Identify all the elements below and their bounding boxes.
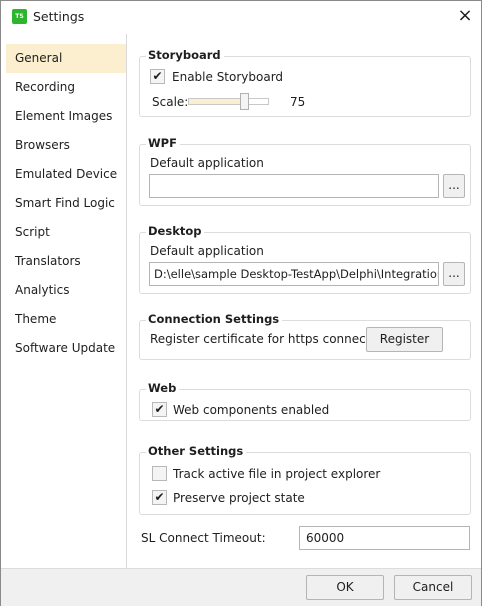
group-title: Other Settings [146, 444, 247, 458]
desktop-default-app-label: Default application [150, 244, 264, 258]
register-certificate-label: Register certificate for https connectio… [150, 332, 389, 346]
group-title: WPF [146, 136, 180, 150]
app-logo-icon: TS [12, 9, 27, 24]
desktop-default-app-input[interactable]: D:\elle\sample Desktop-TestApp\Delphi\In… [149, 262, 439, 286]
register-button[interactable]: Register [366, 327, 443, 352]
enable-storyboard-label: Enable Storyboard [172, 70, 284, 84]
sidebar-item-theme[interactable]: Theme [6, 305, 126, 334]
other-settings-group: Other Settings [139, 444, 471, 515]
sidebar-item-general[interactable]: General [6, 44, 126, 73]
settings-nav: General Recording Element Images Browsers Em… [6, 44, 126, 363]
window-title: Settings [33, 9, 85, 24]
sidebar-item-element-images[interactable]: Element Images [6, 102, 126, 131]
track-active-file-checkbox[interactable] [152, 466, 167, 481]
scale-slider-track[interactable] [188, 98, 269, 105]
ok-button[interactable]: OK [306, 575, 384, 600]
group-title: Storyboard [146, 48, 224, 62]
scale-label: Scale: [152, 95, 189, 109]
preserve-project-state-checkbox[interactable]: ✔ [152, 490, 167, 505]
scale-value: 75 [290, 95, 306, 109]
group-title: Connection Settings [146, 312, 283, 326]
sidebar-item-translators[interactable]: Translators [6, 247, 126, 276]
wpf-browse-button[interactable]: ... [443, 174, 465, 198]
sidebar-item-script[interactable]: Script [6, 218, 126, 247]
scale-slider-fill [189, 99, 244, 104]
group-title: Desktop [146, 224, 205, 238]
sidebar-item-analytics[interactable]: Analytics [6, 276, 126, 305]
web-components-checkbox[interactable]: ✔ [152, 402, 167, 417]
cancel-button[interactable]: Cancel [394, 575, 472, 600]
wpf-default-app-input[interactable] [149, 174, 439, 198]
wpf-default-app-label: Default application [150, 156, 264, 170]
sl-connect-timeout-input[interactable]: 60000 [299, 526, 470, 550]
sl-connect-timeout-label: SL Connect Timeout: [141, 531, 266, 545]
title-bar: TS Settings × [1, 1, 481, 33]
desktop-browse-button[interactable]: ... [443, 262, 465, 286]
dialog-footer: OK Cancel [1, 568, 481, 606]
track-active-file-label: Track active file in project explorer [173, 467, 381, 481]
close-icon[interactable]: × [453, 5, 477, 27]
sidebar-item-smart-find-logic[interactable]: Smart Find Logic [6, 189, 126, 218]
group-title: Web [146, 381, 180, 395]
sidebar-item-emulated-device[interactable]: Emulated Device [6, 160, 126, 189]
sidebar-divider [126, 34, 127, 568]
enable-storyboard-checkbox[interactable]: ✔ [150, 69, 165, 84]
settings-dialog: TS Settings × General Recording Element Im… [0, 0, 482, 606]
sidebar-item-software-update[interactable]: Software Update [6, 334, 126, 363]
sidebar-item-recording[interactable]: Recording [6, 73, 126, 102]
scale-slider-thumb[interactable] [239, 93, 249, 110]
sidebar-item-browsers[interactable]: Browsers [6, 131, 126, 160]
web-components-label: Web components enabled [173, 403, 330, 417]
preserve-project-state-label: Preserve project state [173, 491, 305, 505]
